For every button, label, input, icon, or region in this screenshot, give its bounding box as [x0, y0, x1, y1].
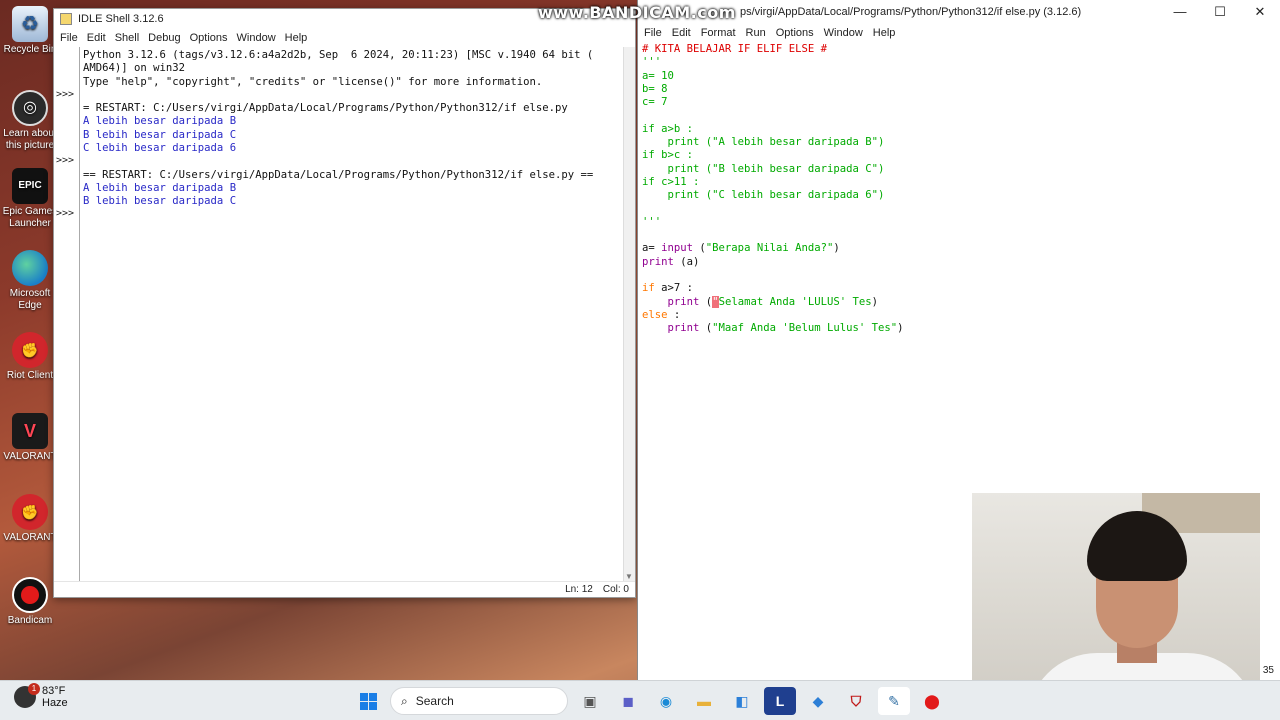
menu-file[interactable]: File: [641, 27, 669, 39]
camera-icon: ◎: [12, 90, 48, 126]
shell-output[interactable]: Python 3.12.6 (tags/v3.12.6:a4a2d2b, Sep…: [79, 47, 623, 581]
shell-menubar: File Edit Shell Debug Options Window Hel…: [54, 29, 635, 47]
shell-line: = RESTART: C:/Users/virgi/AppData/Local/…: [83, 102, 568, 115]
menu-options[interactable]: Options: [773, 27, 821, 39]
teams-icon[interactable]: ◼: [612, 687, 644, 715]
shell-prompt-gutter: >>> >>> >>>: [54, 47, 79, 581]
menu-edit[interactable]: Edit: [85, 32, 113, 44]
shell-line: B lebih besar daripada C: [83, 195, 237, 208]
desktop-icon-label: Learn about this picture: [3, 128, 57, 151]
status-line: Ln: 12: [565, 584, 593, 595]
menu-run[interactable]: Run: [743, 27, 773, 39]
shell-line: Python 3.12.6 (tags/v3.12.6:a4a2d2b, Sep…: [83, 49, 594, 61]
shell-statusbar: Ln: 12 Col: 0: [54, 581, 635, 597]
close-button[interactable]: ✕: [1240, 0, 1280, 24]
recycle-bin-icon: ♻: [12, 6, 48, 42]
shell-line: A lebih besar daripada B: [83, 181, 237, 194]
file-explorer-icon[interactable]: ▬: [688, 687, 720, 715]
menu-file[interactable]: File: [58, 32, 85, 44]
search-icon: ⌕: [401, 693, 408, 708]
maximize-button[interactable]: ☐: [1200, 0, 1240, 24]
epic-icon-text: EPIC: [18, 180, 42, 191]
idle-icon[interactable]: ✎: [878, 687, 910, 715]
weather-widget[interactable]: 1 83°F Haze: [14, 683, 68, 709]
prompt: >>>: [56, 208, 75, 219]
menu-debug[interactable]: Debug: [146, 32, 187, 44]
store-icon[interactable]: ◧: [726, 687, 758, 715]
python-icon: [60, 13, 72, 25]
desktop-icon-edge[interactable]: Microsoft Edge: [2, 250, 58, 312]
bandicam-watermark: www.BANDICAM.com: [538, 3, 736, 22]
epic-games-icon: EPIC: [12, 168, 48, 204]
mcafee-icon[interactable]: ⛉: [840, 687, 872, 715]
editor-menubar: File Edit Format Run Options Window Help: [638, 24, 1280, 42]
code-editor[interactable]: # KITA BELAJAR IF ELIF ELSE # ''' a= 10 …: [642, 43, 1270, 336]
bandicam-icon: [12, 577, 48, 613]
l-app-icon[interactable]: L: [764, 687, 796, 715]
taskbar-search[interactable]: ⌕ Search: [390, 687, 568, 715]
record-icon[interactable]: ⬤: [916, 687, 948, 715]
menu-format[interactable]: Format: [698, 27, 743, 39]
prompt: >>>: [56, 155, 75, 166]
vscode-icon[interactable]: ◆: [802, 687, 834, 715]
webcam-overlay: [972, 493, 1260, 709]
status-col: Col: 0: [602, 584, 629, 595]
taskbar-apps: ⌕ Search ▣ ◼ ◉ ▬ ◧ L ◆ ⛉ ✎ ⬤: [352, 687, 948, 715]
menu-window[interactable]: Window: [821, 27, 870, 39]
desktop-icons: ♻ Recycle Bin ◎ Learn about this picture…: [0, 0, 58, 680]
desktop-icon-label: Microsoft Edge: [9, 288, 51, 311]
menu-window[interactable]: Window: [235, 32, 283, 44]
desktop-icon-label: Bandicam: [7, 615, 53, 626]
desktop-icon-epic[interactable]: EPIC Epic Games Launcher: [2, 168, 58, 230]
search-label: Search: [415, 694, 454, 708]
menu-edit[interactable]: Edit: [669, 27, 698, 39]
shell-line: AMD64)] on win32: [83, 62, 186, 75]
line-number-indicator: 35: [1262, 665, 1274, 676]
weather-desc: Haze: [42, 697, 68, 709]
desktop-icon-label: Riot Client: [6, 370, 54, 381]
idle-shell-window: IDLE Shell 3.12.6 File Edit Shell Debug …: [53, 8, 636, 598]
shell-title: IDLE Shell 3.12.6: [78, 13, 164, 25]
shell-line: A lebih besar daripada B: [83, 115, 237, 128]
desktop-icon-riot[interactable]: ✊ Riot Client: [2, 332, 58, 382]
desktop-icon-bandicam[interactable]: Bandicam: [2, 577, 58, 627]
shell-line: B lebih besar daripada C: [83, 128, 237, 141]
weather-icon: 1: [14, 683, 40, 708]
scroll-down-icon[interactable]: ▼: [625, 572, 633, 581]
notification-badge: 1: [28, 683, 40, 695]
desktop-icon-recycle-bin[interactable]: ♻ Recycle Bin: [2, 6, 58, 56]
desktop-icon-label: VALORANT: [3, 451, 57, 462]
menu-options[interactable]: Options: [188, 32, 235, 44]
desktop-icon-valorant[interactable]: V VALORANT: [2, 413, 58, 463]
desktop-icon-learn[interactable]: ◎ Learn about this picture: [2, 90, 58, 152]
weather-temp: 83°F: [42, 685, 66, 697]
minimize-button[interactable]: —: [1160, 0, 1200, 24]
task-view-icon[interactable]: ▣: [574, 687, 606, 715]
menu-help[interactable]: Help: [870, 27, 903, 39]
desktop-icon-label: VALORANT: [3, 532, 57, 543]
shell-scrollbar[interactable]: ▼: [623, 47, 635, 581]
start-button[interactable]: [352, 687, 384, 715]
valorant-icon: V: [12, 413, 48, 449]
desktop-icon-valorant-riot[interactable]: ✊ VALORANT: [2, 494, 58, 544]
windows-icon: [359, 692, 377, 710]
prompt: >>>: [56, 89, 75, 100]
desktop-icon-label: Epic Games Launcher: [2, 206, 58, 229]
riot-icon: ✊: [12, 494, 48, 530]
edge-icon: [12, 250, 48, 286]
riot-icon: ✊: [12, 332, 48, 368]
shell-line: == RESTART: C:/Users/virgi/AppData/Local…: [83, 168, 594, 181]
shell-line: Type "help", "copyright", "credits" or "…: [83, 75, 543, 88]
edge-icon[interactable]: ◉: [650, 687, 682, 715]
desktop-icon-label: Recycle Bin: [3, 44, 57, 55]
taskbar: 1 83°F Haze ⌕ Search ▣ ◼ ◉ ▬ ◧ L ◆ ⛉ ✎ ⬤: [0, 680, 1280, 720]
menu-shell[interactable]: Shell: [113, 32, 146, 44]
menu-help[interactable]: Help: [283, 32, 315, 44]
shell-line: C lebih besar daripada 6: [83, 142, 237, 155]
